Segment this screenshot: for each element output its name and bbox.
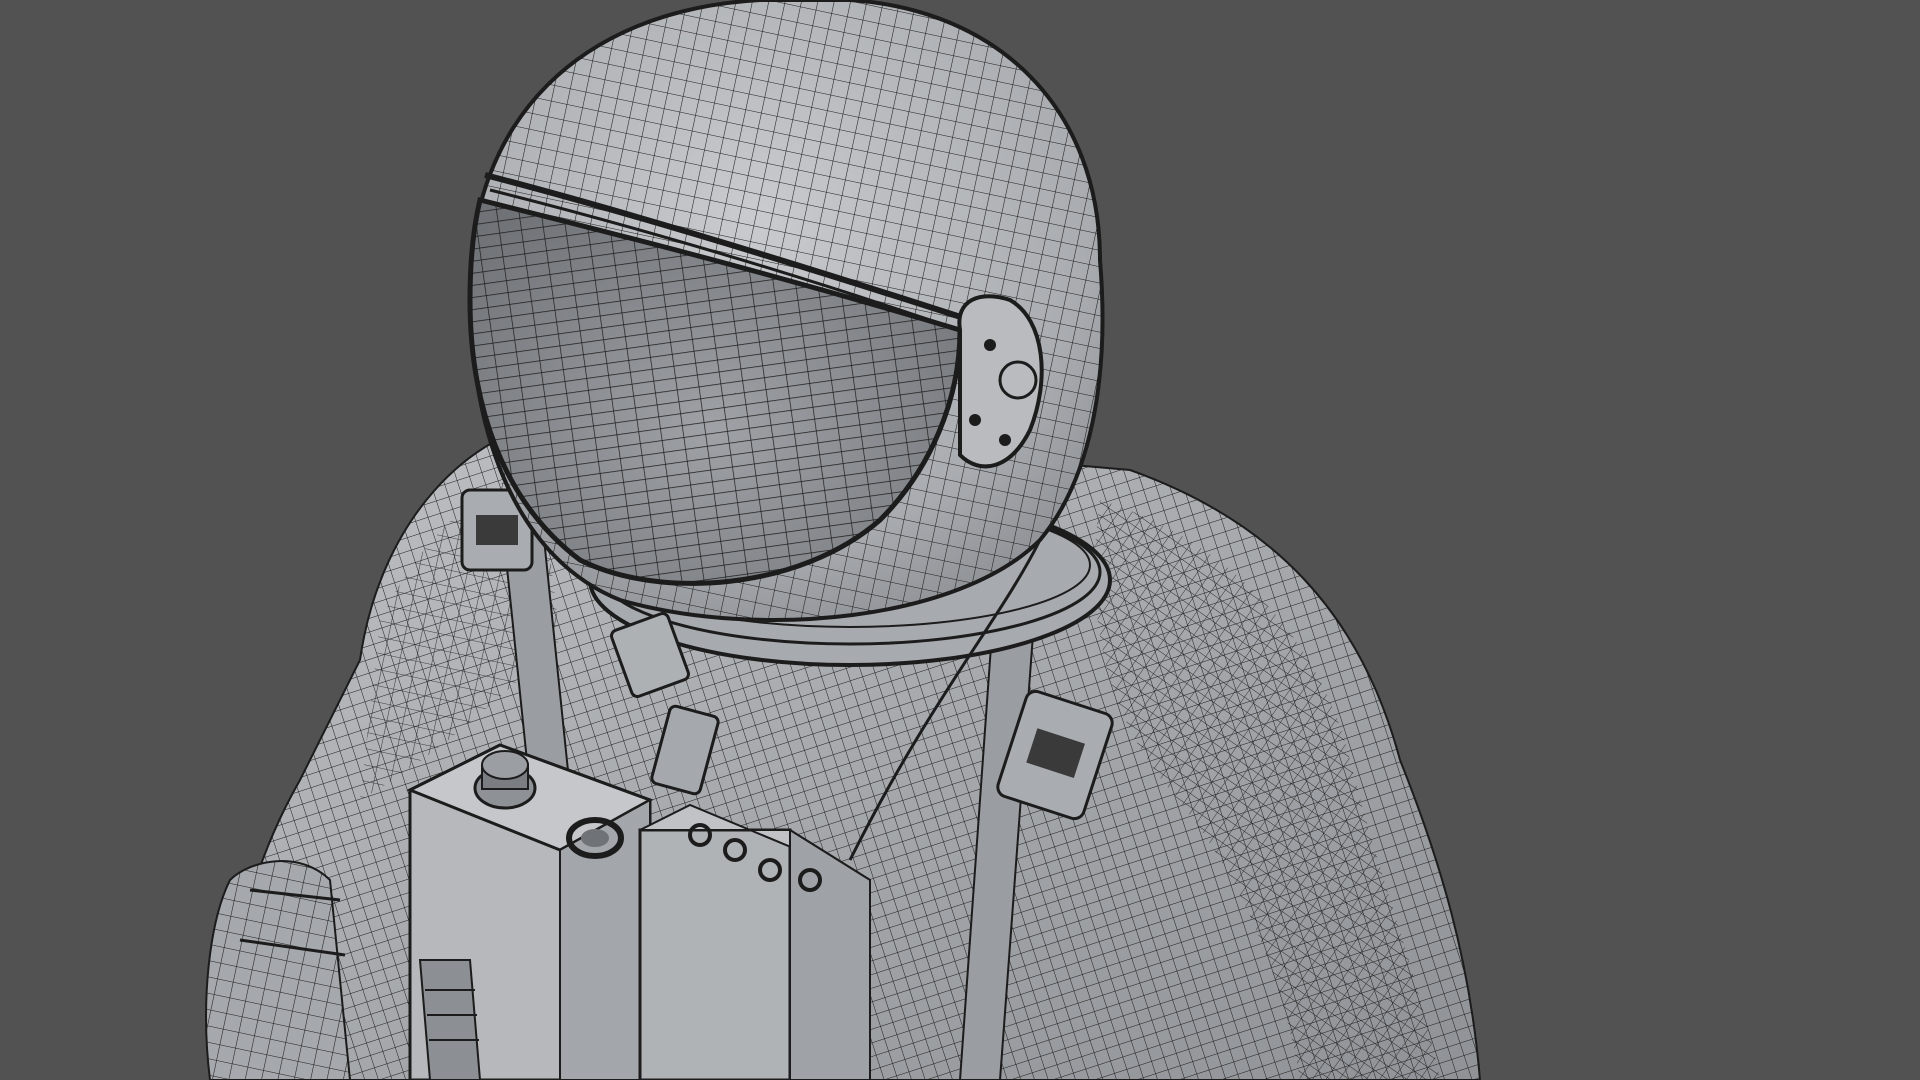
control-knob <box>473 750 537 810</box>
helmet <box>467 0 1105 622</box>
astronaut-wireframe-render <box>205 0 1482 1080</box>
left-arm <box>205 860 352 1080</box>
3d-viewport[interactable] <box>0 0 1920 1080</box>
